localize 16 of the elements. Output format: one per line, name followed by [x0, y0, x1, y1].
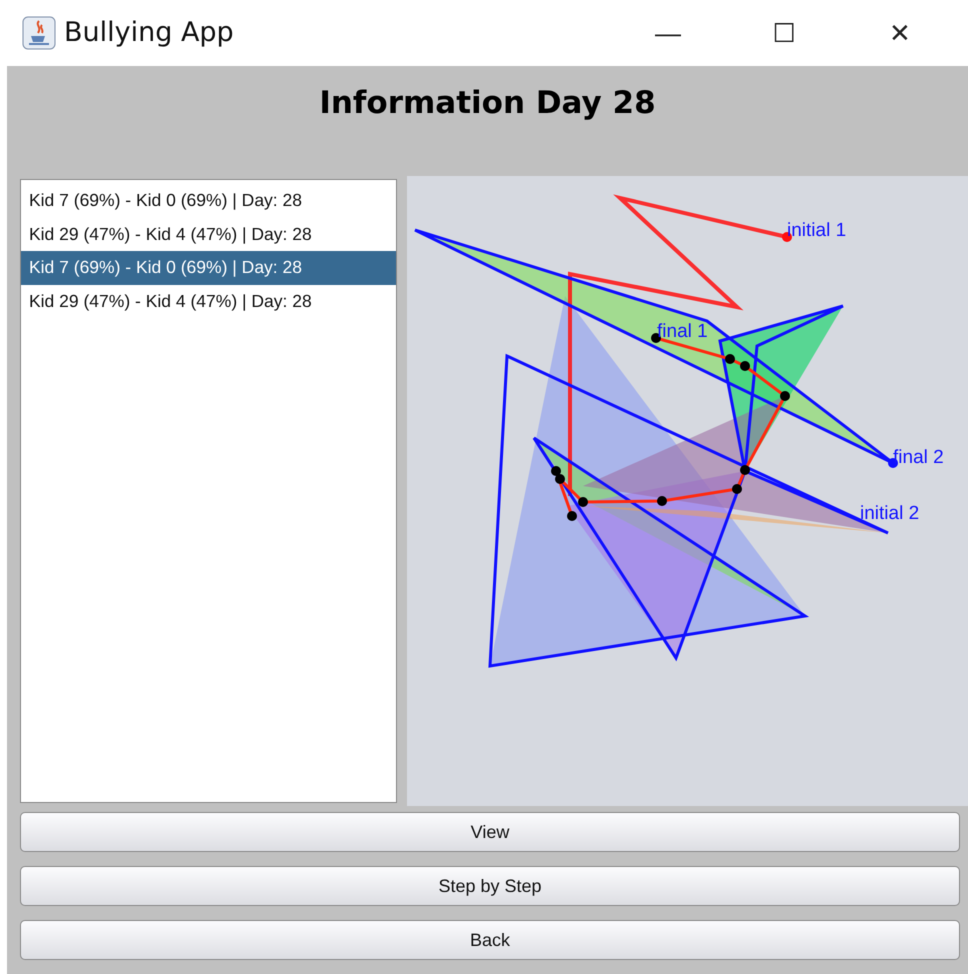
action-button[interactable]: View	[20, 812, 960, 852]
point-label: final 1	[657, 322, 708, 341]
action-button[interactable]: Back	[20, 920, 960, 960]
point-label: initial 2	[860, 504, 920, 523]
minimize-button[interactable]: —	[610, 3, 726, 63]
heading: Information Day 28	[318, 84, 657, 123]
list-item[interactable]: Kid 29 (47%) - Kid 4 (47%) | Day: 28	[21, 218, 396, 251]
list-item[interactable]: Kid 7 (69%) - Kid 0 (69%) | Day: 28	[21, 184, 396, 218]
maximize-button[interactable]: ☐	[726, 3, 842, 63]
list-item[interactable]: Kid 29 (47%) - Kid 4 (47%) | Day: 28	[21, 284, 396, 318]
app-icon	[22, 16, 56, 50]
close-button[interactable]: ✕	[842, 3, 958, 63]
action-button[interactable]: Step by Step	[20, 866, 960, 906]
list-item[interactable]: Kid 7 (69%) - Kid 0 (69%) | Day: 28	[21, 251, 396, 284]
window-title: Bullying App	[64, 16, 235, 50]
point-label: initial 1	[787, 221, 846, 240]
